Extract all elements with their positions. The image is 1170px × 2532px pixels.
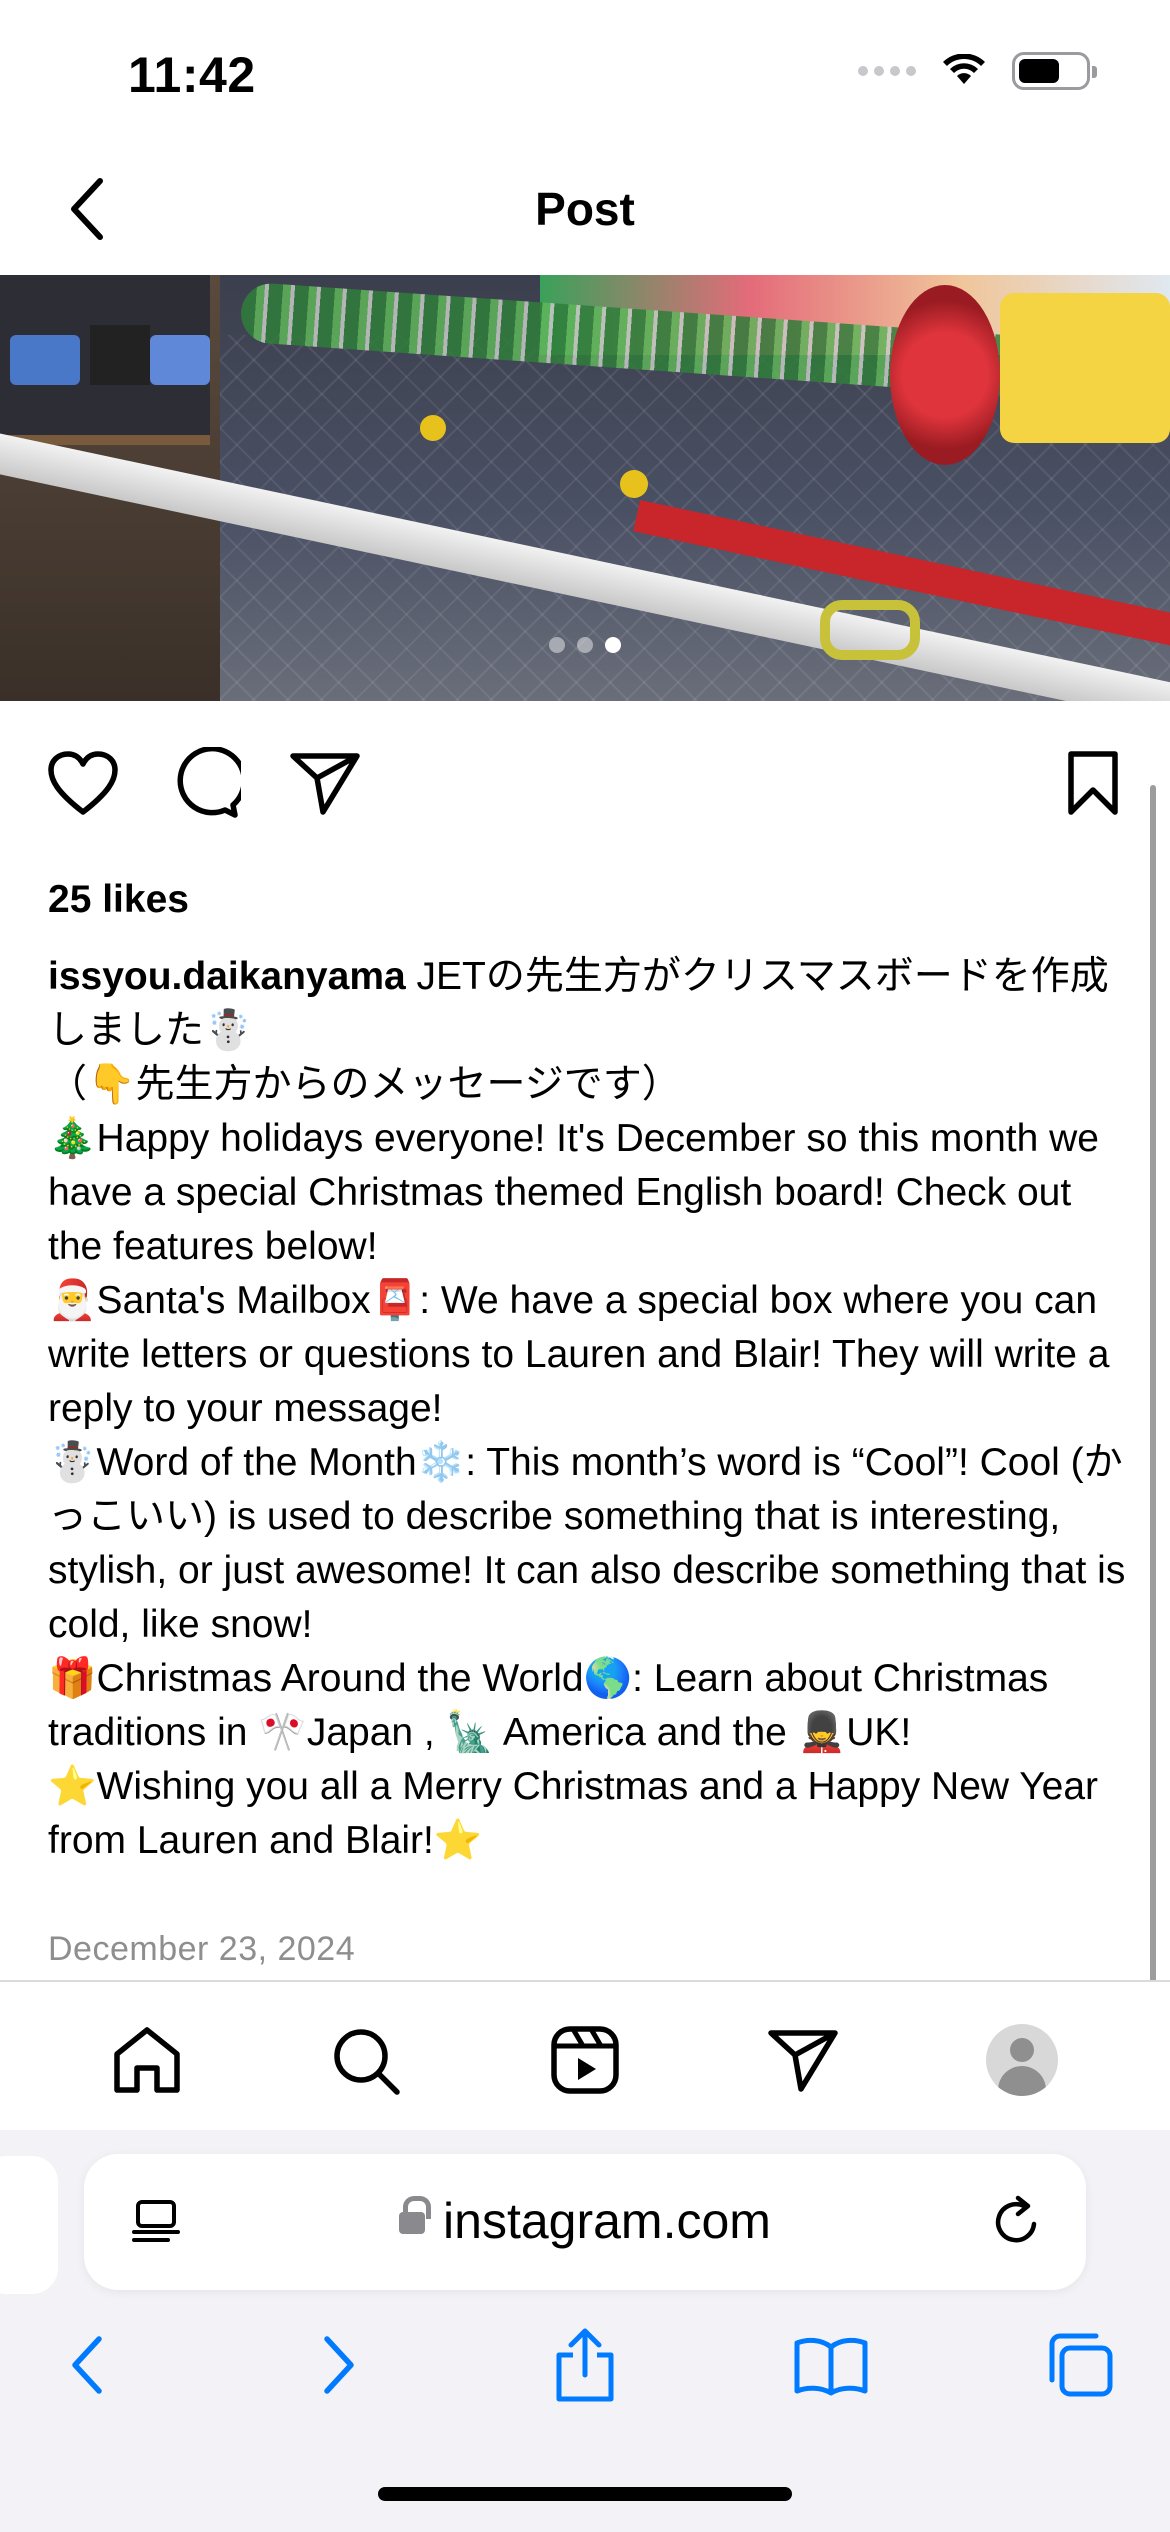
- bookmarks-icon: [794, 2337, 868, 2396]
- address-bar[interactable]: instagram.com: [84, 2154, 1086, 2290]
- direct-icon: [768, 2030, 838, 2092]
- post-image-carousel[interactable]: [0, 275, 1170, 701]
- url-text: instagram.com: [84, 2192, 1086, 2250]
- battery-icon: [1012, 52, 1097, 90]
- caption-username[interactable]: issyou.daikanyama: [48, 955, 406, 998]
- browser-chrome: instagram.com: [0, 2130, 1170, 2532]
- url-label: instagram.com: [443, 2193, 771, 2249]
- send-icon: [290, 753, 360, 815]
- share-button[interactable]: [282, 740, 368, 826]
- forward-icon: [324, 2336, 354, 2394]
- caption-line: 🎄Happy holidays everyone! It's December …: [48, 1117, 1110, 1268]
- home-indicator: [378, 2487, 792, 2501]
- tab-profile[interactable]: [982, 2020, 1062, 2100]
- reload-icon[interactable]: [988, 2194, 1044, 2250]
- tab-direct[interactable]: [763, 2020, 843, 2100]
- comment-icon: [177, 747, 241, 818]
- search-icon: [334, 2029, 400, 2095]
- carousel-indicator: [0, 637, 1170, 653]
- carousel-dot-active: [605, 637, 621, 653]
- like-button[interactable]: [40, 740, 126, 826]
- status-time: 11:42: [128, 47, 256, 103]
- tab-search[interactable]: [325, 2020, 405, 2100]
- browser-bookmarks-button[interactable]: [786, 2320, 876, 2410]
- caption-line: 🎅Santa's Mailbox📮: We have a special box…: [48, 1279, 1121, 1430]
- wifi-icon: [943, 54, 985, 84]
- cellular-signal-icon: [858, 66, 916, 76]
- carousel-dot: [577, 637, 593, 653]
- caption-line: （👇先生方からのメッセージです）: [48, 1063, 681, 1106]
- caption-line: ⭐Wishing you all a Merry Christmas and a…: [48, 1765, 1109, 1862]
- browser-toolbar: [0, 2320, 1170, 2430]
- previous-tab-preview[interactable]: [0, 2156, 58, 2294]
- tabs-icon: [1049, 2333, 1113, 2397]
- browser-share-button[interactable]: [540, 2320, 630, 2410]
- post-actions: [0, 740, 1170, 840]
- carousel-dot: [549, 637, 565, 653]
- heart-icon: [48, 751, 118, 815]
- save-button[interactable]: [1050, 740, 1136, 826]
- post-date: December 23, 2024: [48, 1930, 356, 1968]
- comment-button[interactable]: [162, 740, 248, 826]
- caption-line: 🎁Christmas Around the World🌎: Learn abou…: [48, 1657, 1060, 1754]
- back-icon: [72, 2336, 102, 2394]
- reels-icon: [551, 2026, 619, 2094]
- post-caption: issyou.daikanyama JETの先生方がクリスマスボードを作成しまし…: [48, 950, 1128, 1868]
- profile-avatar: [986, 2024, 1058, 2096]
- home-icon: [114, 2027, 180, 2093]
- browser-tabs-button[interactable]: [1034, 2320, 1124, 2410]
- caption-line: ☃️Word of the Month❄️: This month’s word…: [48, 1441, 1137, 1646]
- page-title: Post: [535, 183, 635, 235]
- likes-count[interactable]: 25 likes: [48, 878, 189, 922]
- scrollbar[interactable]: [1150, 785, 1156, 2120]
- bottom-tab-bar: [0, 1980, 1170, 2130]
- bookmark-icon: [1068, 751, 1118, 815]
- tab-home[interactable]: [107, 2020, 187, 2100]
- share-icon: [556, 2328, 614, 2402]
- status-bar: 11:42: [0, 0, 1170, 150]
- browser-back-button[interactable]: [42, 2320, 132, 2410]
- browser-forward-button[interactable]: [294, 2320, 384, 2410]
- lock-icon: [399, 2195, 432, 2236]
- tab-reels[interactable]: [545, 2020, 625, 2100]
- status-icons: [858, 52, 1097, 90]
- post-header: Post: [0, 150, 1170, 275]
